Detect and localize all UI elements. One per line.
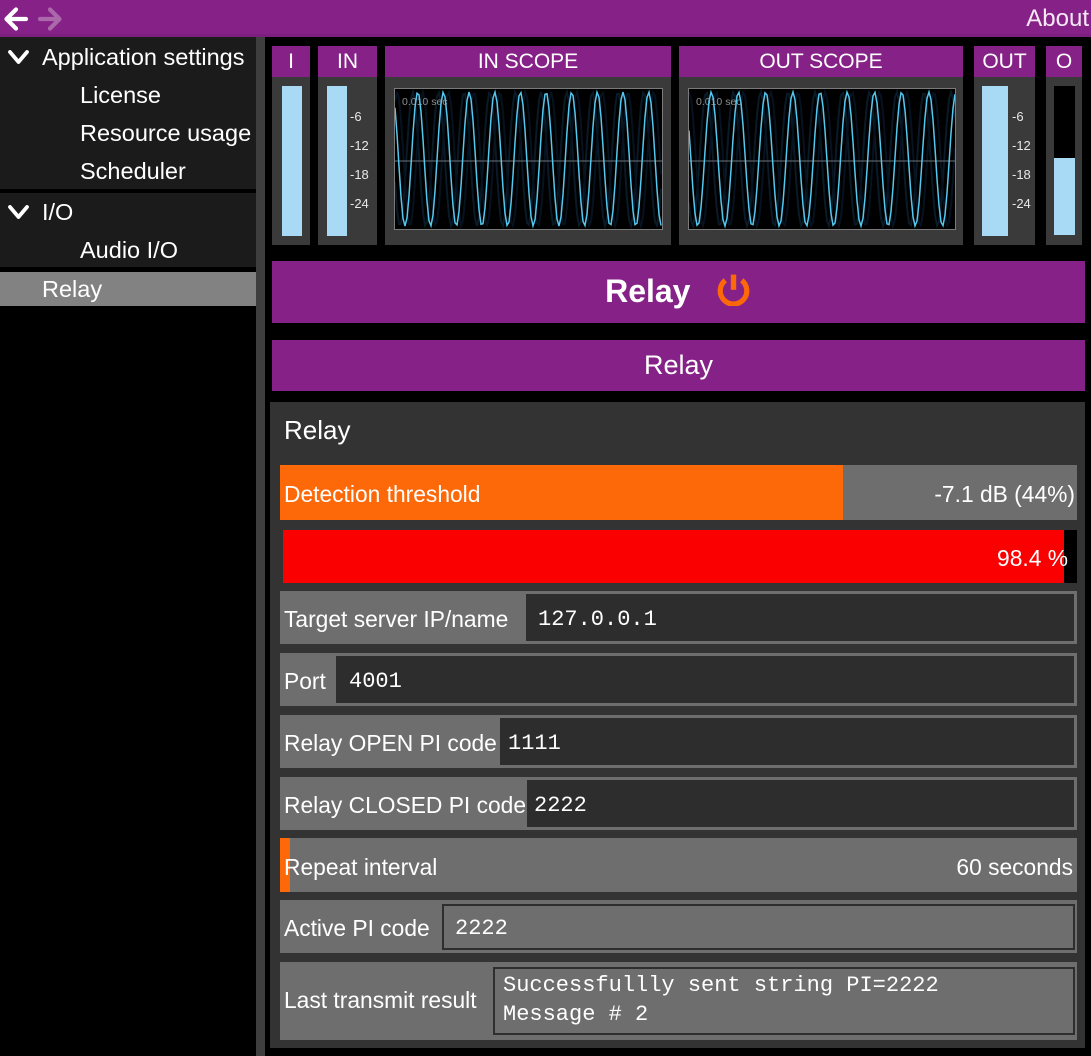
svg-text:0.010 sec: 0.010 sec: [696, 96, 742, 108]
